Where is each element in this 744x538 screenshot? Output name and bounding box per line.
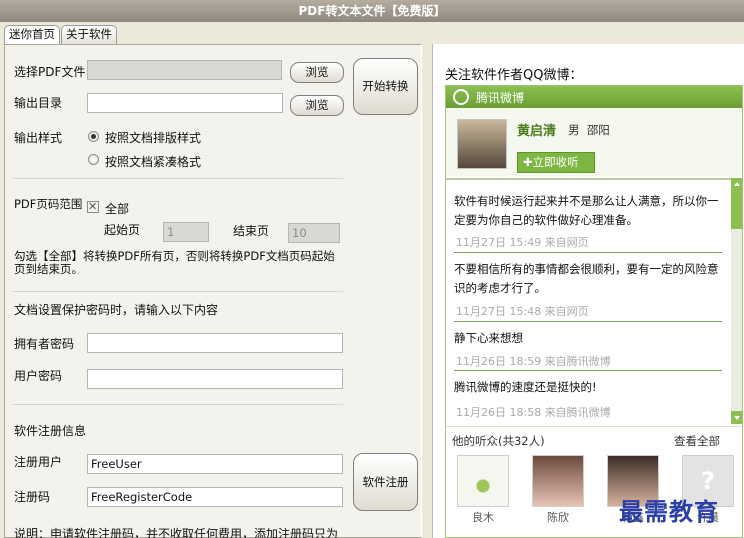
fan-item[interactable]: 陈欣 [532, 455, 584, 525]
fan-avatar [532, 455, 584, 507]
weibo-logo-icon [453, 89, 469, 105]
post-text: 不要相信所有的事情都会很顺利，要有一定的风险意识的考虑才行了。 [454, 262, 719, 295]
weibo-widget: 腾讯微博 黄启清 男 邵阳 ✚立即收听 软件有时候运行起来并不是那么让人满意，所… [445, 85, 743, 538]
window-title: PDF转文本文件【免费版】 [0, 0, 744, 22]
post-text: 静下心来想想 [454, 331, 523, 345]
owner-password-label: 拥有者密码 [14, 337, 75, 351]
post-divider [454, 252, 722, 253]
post-time[interactable]: 11月26日 18:59 来自腾讯微博 [456, 353, 611, 369]
owner-password-field[interactable] [87, 333, 343, 353]
user-name[interactable]: 黄启清 [517, 120, 556, 139]
style-compact-label: 按照文档紧凑格式 [105, 155, 202, 169]
reg-code-label: 注册码 [14, 490, 51, 504]
page-range-label: PDF页码范围 [14, 197, 83, 211]
reg-user-label: 注册用户 [14, 455, 63, 469]
note-text: 说明：申请软件注册码，并不收取任何费用，添加注册码只为 [14, 527, 339, 538]
post-divider [454, 370, 722, 371]
output-dir-field[interactable] [87, 93, 283, 113]
output-style-label: 输出样式 [14, 131, 63, 145]
pdf-file-field[interactable] [87, 60, 282, 80]
scroll-up-icon[interactable] [731, 178, 742, 191]
post-divider [454, 321, 722, 322]
view-all-link[interactable]: 查看全部 [674, 433, 720, 449]
user-password-label: 用户密码 [14, 369, 63, 383]
start-convert-button[interactable]: 开始转换 [353, 58, 418, 115]
converter-panel: 选择PDF文件 浏览 输出目录 浏览 开始转换 输出样式 按照文档排版样式 按照… [4, 44, 422, 538]
style-compact-radio[interactable] [88, 154, 99, 165]
weibo-brand: 腾讯微博 [476, 91, 525, 105]
start-page-field[interactable]: 1 [163, 222, 209, 242]
password-hint: 文档设置保护密码时，请输入以下内容 [14, 303, 219, 317]
fan-name: 良木 [472, 511, 494, 524]
all-pages-label: 全部 [105, 202, 130, 216]
feed-scrollbar[interactable] [731, 178, 742, 424]
divider [13, 291, 343, 292]
divider [13, 404, 343, 405]
weibo-header: 腾讯微博 [446, 86, 742, 108]
browse-output-button[interactable]: 浏览 [290, 95, 344, 116]
browse-pdf-button[interactable]: 浏览 [290, 62, 344, 83]
post-time[interactable]: 11月26日 18:58 来自腾讯微博 [456, 404, 611, 420]
follow-author-title: 关注软件作者QQ微博： [445, 68, 583, 83]
end-page-field[interactable]: 10 [288, 223, 340, 243]
reg-code-field[interactable]: FreeRegisterCode [87, 487, 343, 507]
post-time[interactable]: 11月27日 15:48 来自网页 [456, 303, 589, 319]
output-dir-label: 输出目录 [14, 96, 63, 110]
all-pages-checkbox[interactable] [87, 200, 99, 213]
user-meta: 男 邵阳 [568, 122, 610, 138]
user-password-field[interactable] [87, 369, 343, 389]
style-layout-label: 按照文档排版样式 [105, 131, 202, 145]
pdf-file-label: 选择PDF文件 [14, 65, 86, 79]
watermark: 最需教育 [619, 497, 719, 526]
register-button[interactable]: 软件注册 [353, 453, 418, 511]
weibo-panel: 关注软件作者QQ微博： 腾讯微博 黄启清 男 邵阳 ✚立即收听 软件有时候运行起… [432, 44, 744, 538]
fans-title: 他的听众(共32人) [452, 434, 545, 448]
reg-user-field[interactable]: FreeUser [87, 454, 343, 474]
start-page-label: 起始页 [104, 223, 141, 237]
weibo-profile: 黄启清 男 邵阳 ✚立即收听 [446, 108, 742, 176]
tab-about[interactable]: 关于软件 [61, 25, 117, 44]
scroll-thumb[interactable] [731, 191, 742, 229]
user-location: 邵阳 [586, 123, 610, 137]
reg-info-label: 软件注册信息 [14, 424, 87, 438]
style-layout-radio[interactable] [88, 131, 99, 142]
avatar[interactable] [457, 119, 507, 169]
follow-button-label: 立即收听 [532, 155, 579, 169]
post-text: 腾讯微博的速度还是挺快的! [454, 380, 597, 394]
divider [13, 178, 343, 179]
range-hint: 勾选【全部】将转换PDF所有页，否则将转换PDF文档页码起始页到结束页。 [14, 249, 335, 276]
scroll-down-icon[interactable] [731, 411, 742, 424]
fan-item[interactable]: 良木 [457, 455, 509, 525]
fan-name: 陈欣 [547, 511, 569, 524]
tab-mini-home[interactable]: 迷你首页 [4, 25, 60, 44]
user-gender: 男 [568, 123, 580, 137]
follow-button[interactable]: ✚立即收听 [517, 152, 595, 173]
tab-bar: 迷你首页 关于软件 [4, 25, 117, 44]
post-time[interactable]: 11月27日 15:49 来自网页 [456, 234, 589, 250]
end-page-label: 结束页 [233, 224, 270, 238]
fan-avatar [457, 455, 509, 507]
post-text: 软件有时候运行起来并不是那么让人满意，所以你一定要为你自己的软件做好心理准备。 [454, 194, 719, 227]
plus-icon: ✚ [523, 155, 533, 169]
